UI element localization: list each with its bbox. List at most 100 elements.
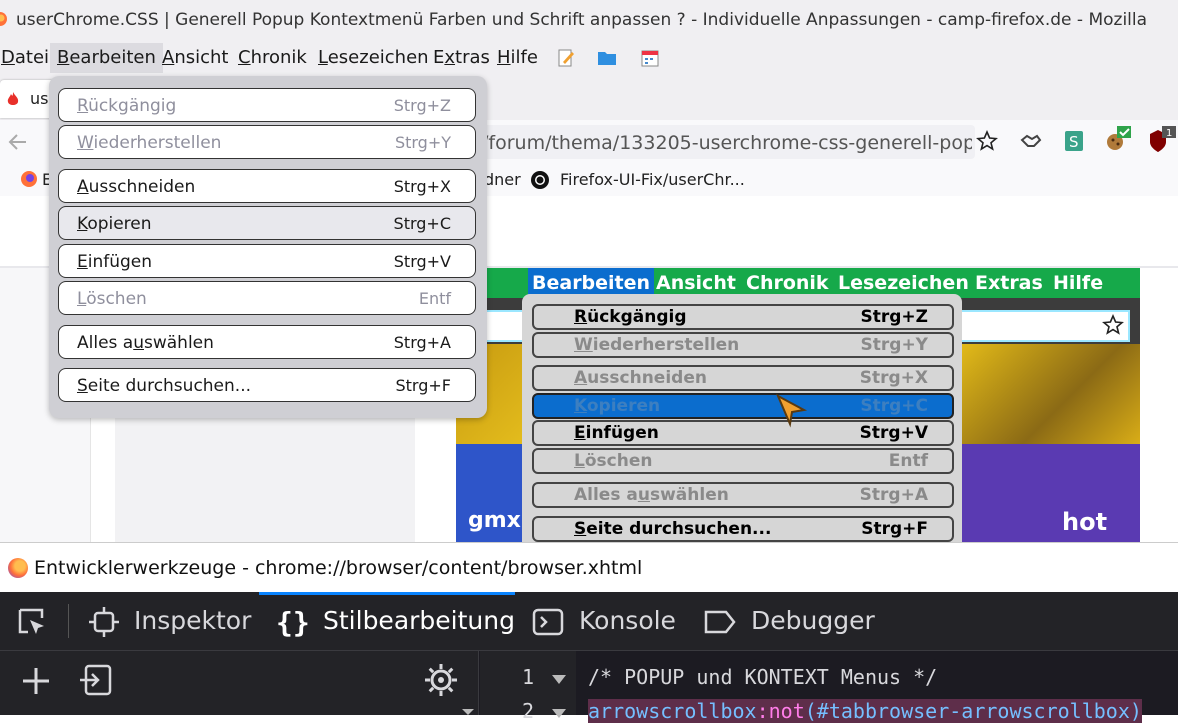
embedded-menu-row: Wiederherstellen Strg+Y (532, 332, 954, 358)
window-title: userChrome.CSS | Generell Popup Kontextm… (16, 10, 1148, 30)
tab-style-editor[interactable]: Stilbearbeitung (323, 592, 515, 650)
gear-icon[interactable] (424, 663, 458, 697)
embedded-brand-gmx: gmx (468, 508, 521, 533)
menu-extras[interactable]: Extras (426, 43, 497, 73)
embedded-menu-row: Rückgängig Strg+Z (532, 304, 954, 330)
github-icon (531, 171, 549, 189)
code-line[interactable]: arrowscrollbox:not(#tabbrowser-arrowscro… (588, 699, 1142, 723)
plus-icon[interactable] (20, 665, 52, 697)
menu-ansicht[interactable]: Ansicht (155, 43, 235, 73)
menu-item-select-all[interactable]: Alles auswählen Strg+A (58, 325, 476, 359)
cookie-extension-icon[interactable] (1105, 126, 1135, 152)
code-selector: arrowscrollbox (588, 699, 757, 723)
devtools-toolbar: Inspektor {} Stilbearbeitung Konsole Deb… (0, 592, 1178, 650)
menubar: Datei Bearbeiten Ansicht Chronik Lesezei… (0, 40, 1178, 76)
fold-arrow-icon[interactable] (552, 675, 566, 684)
svg-text:1: 1 (1166, 128, 1172, 139)
notepad-icon[interactable] (556, 48, 576, 68)
menu-item-paste[interactable]: Einfügen Strg+V (58, 244, 476, 278)
menu-item-redo[interactable]: Wiederherstellen Strg+Y (58, 125, 476, 159)
menu-mnemonic: D (1, 47, 15, 68)
element-picker-icon[interactable] (16, 606, 48, 638)
menu-datei[interactable]: Datei (0, 43, 56, 73)
folder-icon[interactable] (597, 48, 617, 68)
row-label: iederherstellen (592, 335, 740, 355)
menu-item-cut[interactable]: Ausschneiden Strg+X (58, 169, 476, 203)
devtools-panels: 1 2 /* POPUP und KONTEXT Menus */ arrows… (0, 650, 1178, 723)
item-shortcut: Strg+Y (394, 133, 451, 152)
tab-console[interactable]: Konsole (579, 592, 676, 650)
row-label: ückgängig (587, 307, 687, 327)
menu-label: ilfe (510, 47, 538, 68)
row-mnemonic: A (574, 368, 588, 388)
row-label: usschneiden (587, 368, 707, 388)
embedded-context-menu: Rückgängig Strg+Z Wiederherstellen Strg+Y … (522, 294, 962, 542)
import-icon[interactable] (78, 663, 114, 697)
row-mnemonic: S (574, 519, 587, 539)
embedded-menu-row: Ausschneiden Strg+X (532, 365, 954, 391)
code-line[interactable]: /* POPUP und KONTEXT Menus */ (588, 665, 937, 689)
row-shortcut: Entf (888, 451, 928, 471)
tab-inspector[interactable]: Inspektor (134, 592, 251, 650)
firefox-logo-icon (8, 558, 28, 578)
ublock-icon[interactable]: 1 (1148, 126, 1178, 154)
url-text[interactable]: /forum/thema/133205-userchrome-css-gener… (482, 126, 972, 160)
menu-label: atei (14, 47, 50, 68)
editor-gutter: 1 2 (480, 651, 576, 723)
embedded-menu-row-highlighted: Kopieren Strg+C (532, 393, 954, 419)
row-shortcut: Strg+X (859, 368, 928, 388)
row-shortcut: Strg+A (859, 485, 928, 505)
menu-label: hronik (250, 47, 307, 68)
embedded-menu-row: Einfügen Strg+V (532, 420, 954, 446)
handshake-icon[interactable] (1020, 132, 1042, 152)
back-arrow-icon[interactable] (8, 133, 28, 151)
row-label: opieren (586, 396, 661, 416)
item-label: opieren (87, 214, 152, 234)
item-label: öschen (86, 289, 147, 309)
item-mnemonic: L (77, 289, 87, 309)
scroll-down-arrow[interactable] (462, 709, 474, 715)
row-shortcut: Strg+Z (860, 307, 929, 327)
menu-bearbeiten[interactable]: Bearbeiten (50, 43, 163, 73)
row-mnemonic: R (574, 307, 588, 327)
menu-item-delete[interactable]: Löschen Entf (58, 281, 476, 315)
calendar-icon[interactable] (640, 48, 660, 68)
row-shortcut: Strg+F (861, 519, 928, 539)
item-mnemonic: u (133, 333, 144, 353)
item-label: usschneiden (88, 177, 196, 197)
item-label-pre: Alles a (77, 333, 134, 353)
item-label: ückgängig (88, 96, 177, 116)
embedded-menu-item: Extras (975, 272, 1043, 294)
row-label: infügen (585, 423, 659, 443)
menu-hilfe[interactable]: Hilfe (490, 43, 545, 73)
menu-label: earbeiten (69, 47, 156, 68)
row-shortcut: Strg+Y (860, 335, 928, 355)
flame-icon (7, 92, 19, 105)
window-titlebar: userChrome.CSS | Generell Popup Kontextm… (0, 0, 1178, 40)
bookmark-item[interactable]: dner (484, 164, 521, 196)
debugger-icon (704, 610, 736, 634)
style-editor-icon: {} (276, 606, 308, 638)
menu-item-undo[interactable]: Rückgängig Strg+Z (58, 88, 476, 122)
item-mnemonic: K (77, 214, 88, 234)
code-argument: (#tabbrowser-arrowscrollbox) (804, 699, 1142, 723)
menu-mnemonic: C (238, 47, 251, 68)
menu-item-find-in-page[interactable]: Seite durchsuchen... Strg+F (58, 368, 476, 402)
row-shortcut: Strg+C (860, 396, 928, 416)
menu-item-copy[interactable]: Kopieren Strg+C (58, 206, 476, 240)
item-shortcut: Strg+Z (393, 96, 451, 115)
tab-debugger[interactable]: Debugger (751, 592, 875, 650)
menu-chronik[interactable]: Chronik (231, 43, 314, 73)
item-shortcut: Entf (418, 289, 451, 308)
stylus-icon[interactable]: S (1064, 130, 1084, 152)
line-number: 1 (522, 665, 535, 689)
bookmark-item[interactable]: Firefox-UI-Fix/userChr... (560, 164, 745, 196)
line-number: 2 (522, 699, 535, 723)
row-mnemonic: W (574, 335, 593, 355)
style-sheets-pane (0, 651, 479, 715)
menu-label-prefix: E (433, 47, 445, 68)
menu-lesezeichen[interactable]: Lesezeichen (311, 43, 436, 73)
menu-mnemonic: L (318, 47, 328, 68)
devtools-title: Entwicklerwerkzeuge - chrome://browser/c… (34, 557, 643, 579)
bookmark-star-icon[interactable] (976, 130, 998, 152)
